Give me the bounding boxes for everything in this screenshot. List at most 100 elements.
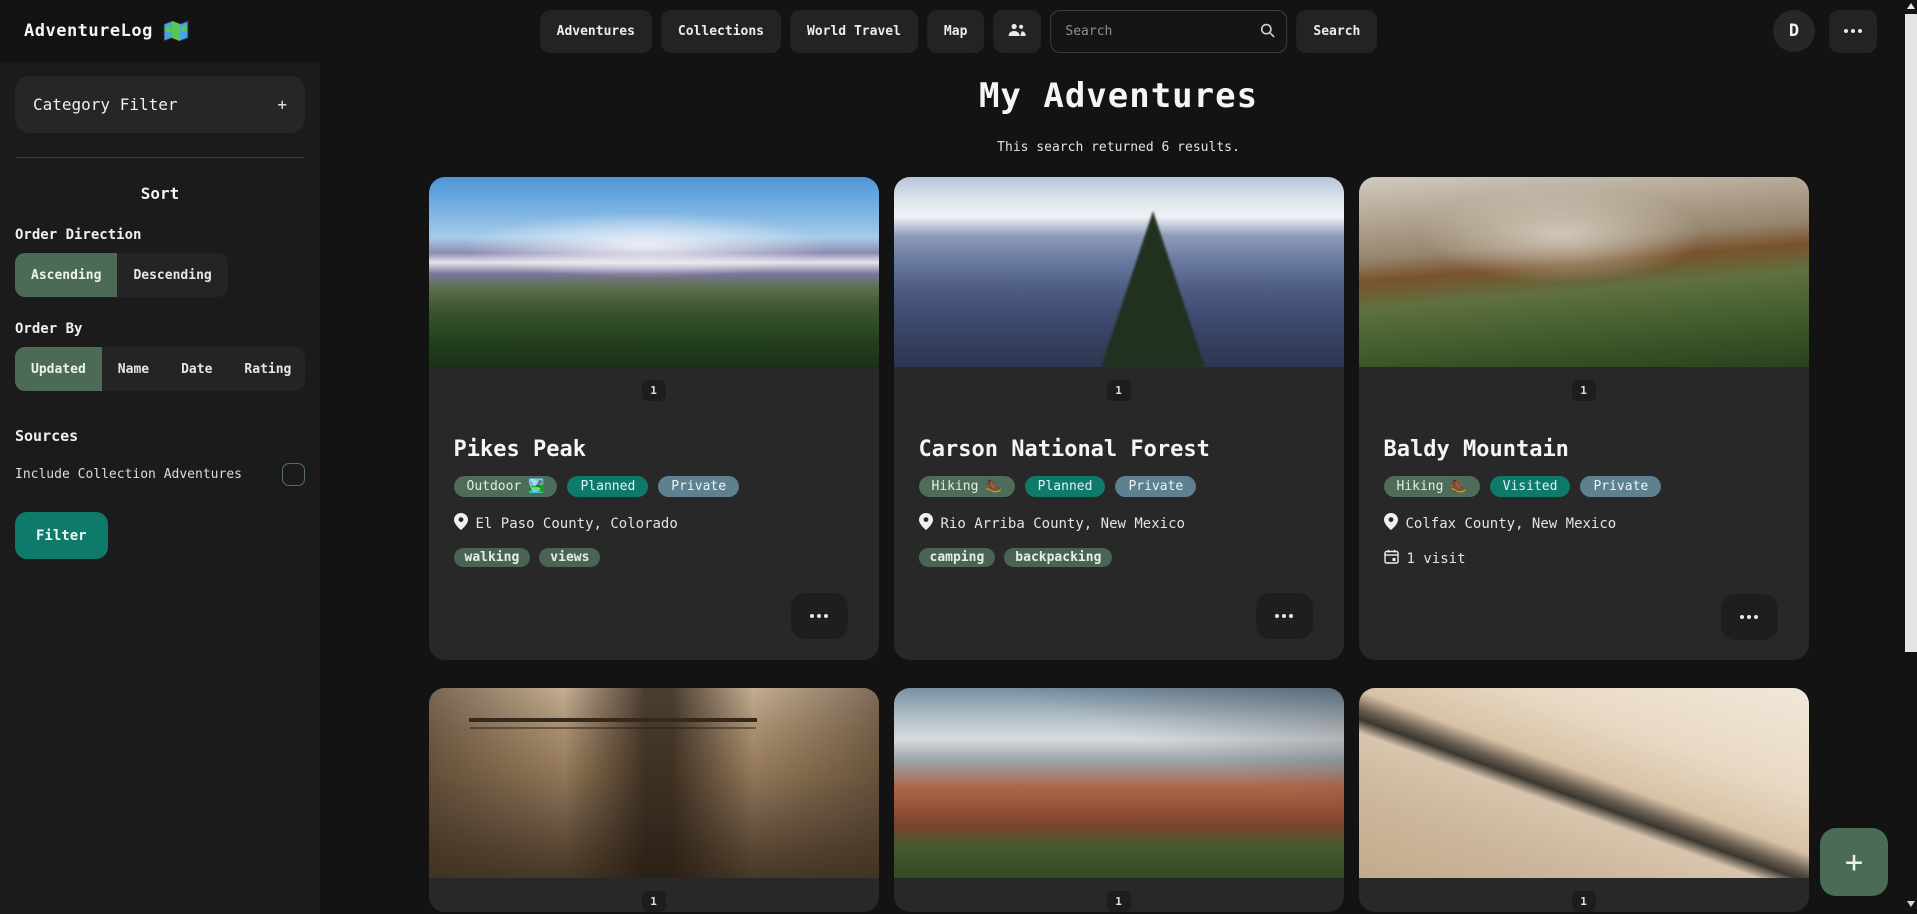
adventure-title[interactable]: Baldy Mountain [1384, 437, 1784, 462]
navbar-right: D [1773, 10, 1917, 53]
nav-links: Adventures Collections World Travel Map … [540, 10, 1378, 53]
order-ascending-button[interactable]: Ascending [15, 253, 117, 297]
include-collection-checkbox[interactable] [282, 463, 305, 486]
ellipsis-icon [1740, 615, 1758, 619]
card-more-button[interactable] [1256, 593, 1313, 639]
include-collection-label: Include Collection Adventures [15, 467, 242, 482]
adventure-photo [894, 688, 1344, 878]
tag-badge: views [539, 548, 600, 567]
image-count-badge: 1 [1572, 891, 1596, 912]
page-scrollbar[interactable] [1905, 0, 1917, 914]
category-filter-toggle[interactable]: Category Filter + [15, 76, 305, 133]
order-by-date-button[interactable]: Date [165, 347, 228, 391]
visit-count-text: 1 visit [1407, 551, 1466, 567]
order-by-updated-button[interactable]: Updated [15, 347, 102, 391]
users-nav-button[interactable] [993, 10, 1041, 53]
nav-adventures[interactable]: Adventures [540, 10, 652, 53]
scrollbar-down-arrow-icon[interactable] [1907, 901, 1915, 907]
category-label: Outdoor [467, 479, 522, 494]
adventure-card-baldy-mountain[interactable]: 1 Baldy Mountain Hiking 🥾 Visited Privat… [1359, 177, 1809, 660]
visibility-badge: Private [658, 476, 739, 497]
sort-heading: Sort [15, 184, 305, 203]
adventure-card-dunes[interactable]: 1 [1359, 688, 1809, 912]
adventure-photo [1359, 177, 1809, 367]
adventure-card-pikes-peak[interactable]: 1 Pikes Peak Outdoor 🏞️ Planned Private [429, 177, 879, 660]
adventure-photo [429, 688, 879, 878]
filter-sidebar: Category Filter + Sort Order Direction A… [0, 62, 320, 914]
add-adventure-button[interactable]: + [1820, 828, 1888, 896]
navbar-more-button[interactable] [1829, 10, 1877, 53]
tag-badge: backpacking [1004, 548, 1112, 567]
scrollbar-up-arrow-icon[interactable] [1907, 3, 1915, 9]
adventure-grid: 1 Pikes Peak Outdoor 🏞️ Planned Private [320, 177, 1917, 912]
order-by-label: Order By [15, 321, 305, 337]
status-badge: Planned [567, 476, 648, 497]
adventure-photo [894, 177, 1344, 367]
search-input[interactable] [1050, 10, 1287, 53]
category-badge: Outdoor 🏞️ [454, 476, 558, 497]
status-badge: Visited [1490, 476, 1571, 497]
ellipsis-icon [810, 614, 828, 618]
tag-badge: walking [454, 548, 531, 567]
app-screen: AdventureLog Adventures Collections Worl… [0, 0, 1917, 914]
plus-icon: + [277, 95, 287, 114]
location-pin-icon [1384, 513, 1398, 534]
page-title: My Adventures [320, 76, 1917, 116]
adventure-card-red-rocks[interactable]: 1 [894, 688, 1344, 912]
category-label: Hiking [1397, 479, 1444, 494]
nav-world-travel[interactable]: World Travel [790, 10, 918, 53]
adventure-title[interactable]: Carson National Forest [919, 437, 1319, 462]
order-by-name-button[interactable]: Name [102, 347, 165, 391]
image-count-badge: 1 [642, 891, 666, 912]
category-emoji-icon: 🥾 [985, 479, 1001, 494]
search-icon [1260, 23, 1275, 42]
visibility-badge: Private [1580, 476, 1661, 497]
category-badge: Hiking 🥾 [919, 476, 1015, 497]
results-count-text: This search returned 6 results. [320, 140, 1917, 155]
nav-map[interactable]: Map [927, 10, 984, 53]
card-more-button[interactable] [791, 593, 848, 639]
order-direction-group: Ascending Descending [15, 253, 228, 297]
main-content: My Adventures This search returned 6 res… [320, 62, 1917, 914]
location-text: Rio Arriba County, New Mexico [941, 516, 1185, 532]
scrollbar-thumb[interactable] [1905, 14, 1917, 652]
users-icon [1008, 23, 1026, 41]
search-button[interactable]: Search [1296, 10, 1377, 53]
category-emoji-icon: 🥾 [1450, 479, 1466, 494]
visibility-badge: Private [1115, 476, 1196, 497]
include-collection-row: Include Collection Adventures [15, 463, 305, 486]
image-count-badge: 1 [1107, 891, 1131, 912]
top-navbar: AdventureLog Adventures Collections Worl… [0, 0, 1917, 62]
sources-heading: Sources [15, 427, 305, 445]
adventure-photo [429, 177, 879, 367]
filter-button[interactable]: Filter [15, 512, 108, 559]
search-box [1050, 10, 1287, 53]
image-count-badge: 1 [642, 380, 666, 401]
ellipsis-icon [1844, 29, 1862, 33]
order-descending-button[interactable]: Descending [117, 253, 227, 297]
adventure-card-carson-national-forest[interactable]: 1 Carson National Forest Hiking 🥾 Planne… [894, 177, 1344, 660]
location-text: Colfax County, New Mexico [1406, 516, 1617, 532]
adventure-title[interactable]: Pikes Peak [454, 437, 854, 462]
app-logo[interactable]: AdventureLog [0, 19, 189, 43]
tag-badge: camping [919, 548, 996, 567]
image-count-badge: 1 [1572, 380, 1596, 401]
adventure-card-gorge[interactable]: 1 [429, 688, 879, 912]
category-badge: Hiking 🥾 [1384, 476, 1480, 497]
adventure-photo [1359, 688, 1809, 878]
map-logo-icon [163, 19, 189, 43]
card-more-button[interactable] [1721, 594, 1778, 640]
order-direction-label: Order Direction [15, 227, 305, 243]
status-badge: Planned [1025, 476, 1106, 497]
user-avatar[interactable]: D [1773, 10, 1815, 52]
ellipsis-icon [1275, 614, 1293, 618]
nav-collections[interactable]: Collections [661, 10, 781, 53]
calendar-icon [1384, 549, 1399, 568]
category-label: Hiking [932, 479, 979, 494]
location-pin-icon [919, 513, 933, 534]
app-name: AdventureLog [24, 21, 153, 41]
category-emoji-icon: 🏞️ [528, 479, 544, 494]
location-text: El Paso County, Colorado [476, 516, 678, 532]
order-by-rating-button[interactable]: Rating [228, 347, 305, 391]
order-by-group: Updated Name Date Rating [15, 347, 305, 391]
